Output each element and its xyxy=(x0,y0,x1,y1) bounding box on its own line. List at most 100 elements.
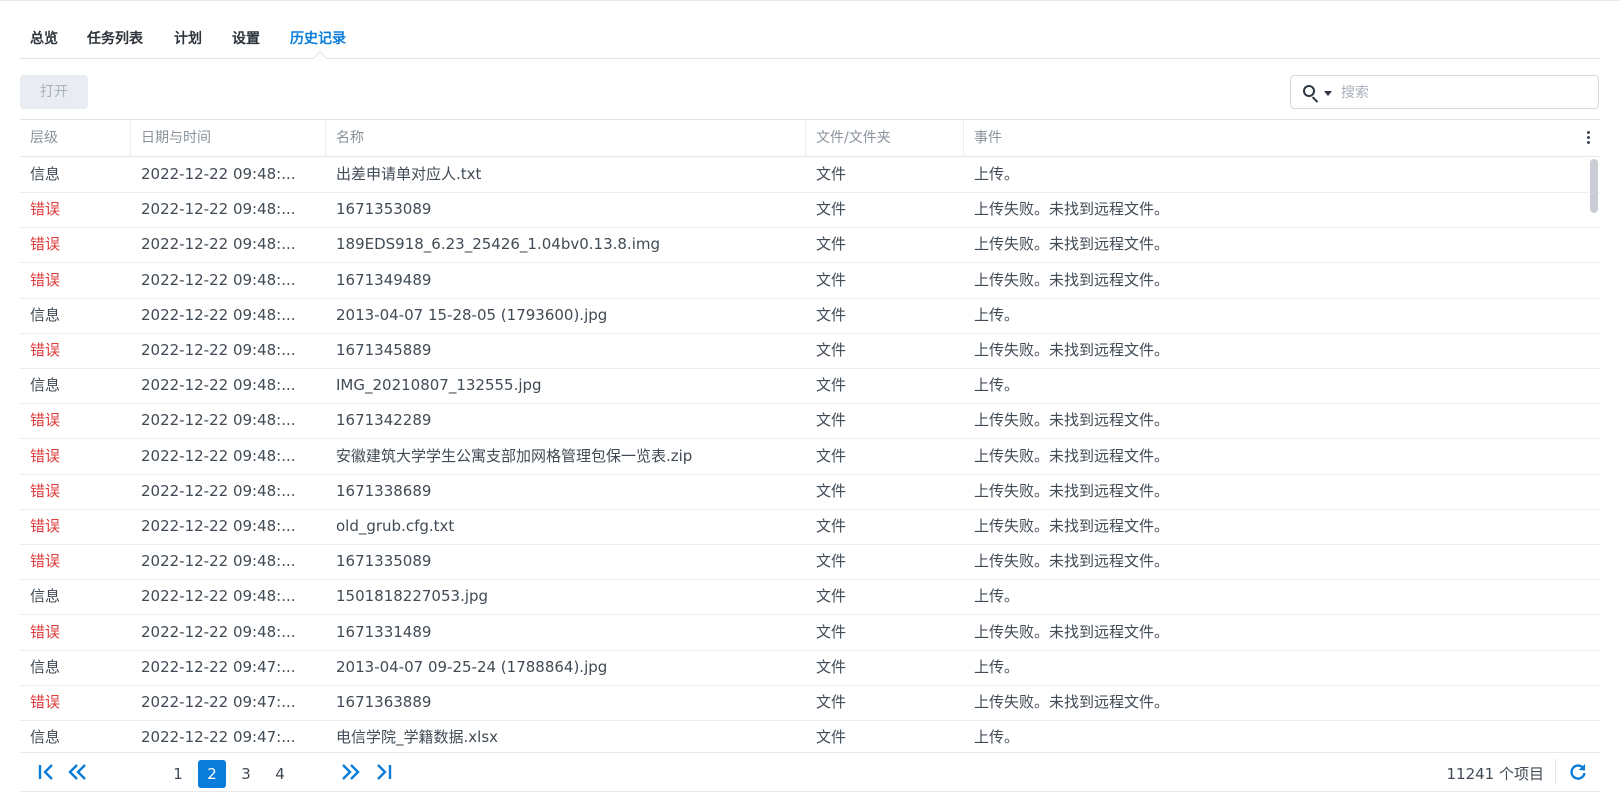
table-row[interactable]: 信息 2022-12-22 09:48:... 2013-04-07 15-28-0… xyxy=(20,298,1600,334)
cell-event: 上传失败。未找到远程文件。 xyxy=(974,270,1170,289)
table-row[interactable]: 错误 2022-12-22 09:48:... 189EDS918_6.23_254… xyxy=(20,227,1600,264)
cell-datetime: 2022-12-22 09:48:... xyxy=(141,517,296,535)
cell-level: 信息 xyxy=(30,657,61,676)
column-header-event[interactable]: 事件 xyxy=(964,120,1564,156)
column-menu-icon[interactable] xyxy=(1587,131,1590,145)
cell-datetime: 2022-12-22 09:48:... xyxy=(141,446,296,465)
chevron-down-icon[interactable] xyxy=(1324,91,1332,96)
cell-level: 信息 xyxy=(30,587,61,606)
page-number-button[interactable]: 4 xyxy=(266,760,294,788)
cell-type: 文件 xyxy=(816,587,847,606)
table-row[interactable]: 错误 2022-12-22 09:48:... 1671353089 文件 上传失败。未… xyxy=(20,192,1600,229)
cell-name: 1671331489 xyxy=(336,622,432,641)
cell-datetime: 2022-12-22 09:48:... xyxy=(141,587,296,606)
cell-event: 上传失败。未找到远程文件。 xyxy=(974,481,1170,500)
tab-settings[interactable]: 设置 xyxy=(232,28,260,48)
cell-name: 安徽建筑大学学生公寓支部加网格管理包保一览表.zip xyxy=(336,446,693,465)
cell-event: 上传失败。未找到远程文件。 xyxy=(974,517,1170,535)
last-page-icon[interactable] xyxy=(372,761,394,783)
table-row[interactable]: 错误 2022-12-22 09:48:... 1671349489 文件 上传失败。未… xyxy=(20,263,1600,299)
table-row[interactable]: 信息 2022-12-22 09:48:... 出差申请单对应人.txt 文件 上传。 xyxy=(20,157,1600,193)
search-input[interactable] xyxy=(1339,81,1583,105)
cell-datetime: 2022-12-22 09:48:... xyxy=(141,235,296,254)
table-body: 信息 2022-12-22 09:48:... 出差申请单对应人.txt 文件 上传。错… xyxy=(20,157,1600,752)
refresh-icon[interactable] xyxy=(1568,762,1588,782)
cell-type: 文件 xyxy=(816,341,847,359)
cell-type: 文件 xyxy=(816,552,847,571)
cell-name: 2013-04-07 09-25-24 (1788864).jpg xyxy=(336,657,608,676)
tab-history[interactable]: 历史记录 xyxy=(290,28,346,48)
cell-name: 出差申请单对应人.txt xyxy=(336,165,482,183)
pagination-bar: 1234 11241 个项目 xyxy=(20,752,1600,792)
cell-event: 上传。 xyxy=(974,728,1020,747)
search-box[interactable] xyxy=(1290,75,1599,109)
vertical-scrollbar[interactable] xyxy=(1589,157,1598,752)
next-page-icon[interactable] xyxy=(338,761,362,783)
cell-event: 上传失败。未找到远程文件。 xyxy=(974,341,1170,359)
cell-level: 错误 xyxy=(30,517,61,535)
cell-level: 错误 xyxy=(30,341,61,359)
cell-name: 1671363889 xyxy=(336,693,432,711)
open-button[interactable]: 打开 xyxy=(20,75,88,109)
table-row[interactable]: 错误 2022-12-22 09:48:... 安徽建筑大学学生公寓支部加网格管理包… xyxy=(20,439,1600,475)
table-row[interactable]: 错误 2022-12-22 09:48:... 1671338689 文件 上传失败。未… xyxy=(20,474,1600,510)
cell-datetime: 2022-12-22 09:48:... xyxy=(141,270,296,289)
cell-type: 文件 xyxy=(816,305,847,324)
table-row[interactable]: 信息 2022-12-22 09:47:... 电信学院_学籍数据.xlsx 文件 上传… xyxy=(20,720,1600,752)
table-row[interactable]: 错误 2022-12-22 09:47:... 1671363889 文件 上传失败。未… xyxy=(20,685,1600,721)
scrollbar-thumb[interactable] xyxy=(1590,159,1598,213)
cell-level: 错误 xyxy=(30,552,61,571)
cell-level: 错误 xyxy=(30,446,61,465)
cell-type: 文件 xyxy=(816,446,847,465)
cell-event: 上传失败。未找到远程文件。 xyxy=(974,693,1170,711)
cell-datetime: 2022-12-22 09:48:... xyxy=(141,376,296,395)
column-header-datetime[interactable]: 日期与时间 xyxy=(131,120,326,156)
cell-datetime: 2022-12-22 09:48:... xyxy=(141,552,296,571)
cell-name: 电信学院_学籍数据.xlsx xyxy=(336,728,499,747)
cell-event: 上传。 xyxy=(974,657,1020,676)
page-number-button[interactable]: 2 xyxy=(198,760,226,788)
table-row[interactable]: 信息 2022-12-22 09:48:... IMG_20210807_13255… xyxy=(20,368,1600,405)
cell-datetime: 2022-12-22 09:48:... xyxy=(141,165,296,183)
cell-type: 文件 xyxy=(816,657,847,676)
cell-type: 文件 xyxy=(816,200,847,219)
cell-type: 文件 xyxy=(816,235,847,254)
table-row[interactable]: 信息 2022-12-22 09:48:... 1501818227053.jpg 文… xyxy=(20,579,1600,616)
cell-type: 文件 xyxy=(816,270,847,289)
previous-page-icon[interactable] xyxy=(66,761,90,783)
search-icon[interactable] xyxy=(1301,83,1323,103)
column-header-level[interactable]: 层级 xyxy=(20,120,131,156)
cell-datetime: 2022-12-22 09:48:... xyxy=(141,200,296,219)
cell-type: 文件 xyxy=(816,481,847,500)
first-page-icon[interactable] xyxy=(36,761,58,783)
cell-type: 文件 xyxy=(816,376,847,395)
cell-name: 1671345889 xyxy=(336,341,432,359)
page-number-button[interactable]: 1 xyxy=(164,760,192,788)
cell-name: 1671349489 xyxy=(336,270,432,289)
table-row[interactable]: 错误 2022-12-22 09:48:... 1671342289 文件 上传失败。未… xyxy=(20,403,1600,440)
cell-name: old_grub.cfg.txt xyxy=(336,517,455,535)
cell-event: 上传。 xyxy=(974,376,1020,395)
cell-level: 错误 xyxy=(30,235,61,254)
cell-type: 文件 xyxy=(816,728,847,747)
table-row[interactable]: 错误 2022-12-22 09:48:... 1671345889 文件 上传失败。未… xyxy=(20,333,1600,369)
cell-level: 错误 xyxy=(30,270,61,289)
table-row[interactable]: 错误 2022-12-22 09:48:... 1671335089 文件 上传失败。未… xyxy=(20,544,1600,581)
tab-overview[interactable]: 总览 xyxy=(30,28,58,48)
cell-event: 上传失败。未找到远程文件。 xyxy=(974,411,1170,430)
table-row[interactable]: 错误 2022-12-22 09:48:... old_grub.cfg.txt 文件… xyxy=(20,509,1600,545)
cell-event: 上传失败。未找到远程文件。 xyxy=(974,235,1170,254)
tab-bar: 总览 任务列表 计划 设置 历史记录 xyxy=(20,14,1600,66)
cell-datetime: 2022-12-22 09:47:... xyxy=(141,657,296,676)
page-number-button[interactable]: 3 xyxy=(232,760,260,788)
table-row[interactable]: 信息 2022-12-22 09:47:... 2013-04-07 09-25-2… xyxy=(20,650,1600,686)
cell-event: 上传失败。未找到远程文件。 xyxy=(974,200,1170,219)
cell-name: 1671342289 xyxy=(336,411,432,430)
column-header-name[interactable]: 名称 xyxy=(326,120,806,156)
tab-task-list[interactable]: 任务列表 xyxy=(87,28,143,48)
table-row[interactable]: 错误 2022-12-22 09:48:... 1671331489 文件 上传失败。未… xyxy=(20,615,1600,651)
cell-level: 信息 xyxy=(30,165,61,183)
column-header-type[interactable]: 文件/文件夹 xyxy=(806,120,964,156)
cell-datetime: 2022-12-22 09:48:... xyxy=(141,622,296,641)
tab-schedule[interactable]: 计划 xyxy=(174,28,202,48)
